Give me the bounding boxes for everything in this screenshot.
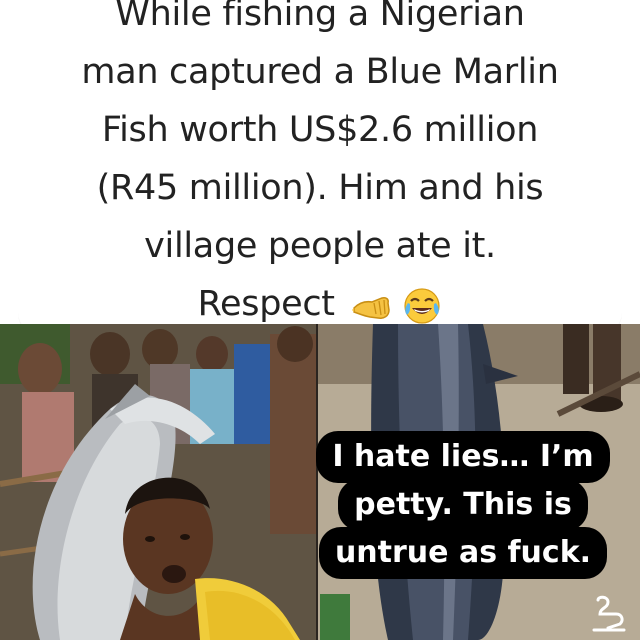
caption-line-5: village people ate it. [144,226,496,266]
man-with-blue-marlin-photo [0,324,316,640]
meme-line-1: I hate lies… I’m [316,431,610,483]
meme-overlay-text: I hate lies… I’m petty. This is untrue a… [290,431,636,579]
face-with-tears-of-joy-emoji [404,288,440,324]
caption-text: While fishing a Nigerian man captured a … [24,0,616,334]
caption-line-6: Respect [197,284,335,324]
caption-line-3: Fish worth US$2.6 million [101,110,539,150]
caption-line-2: man captured a Blue Marlin [81,52,559,92]
meme-image: While fishing a Nigerian man captured a … [0,0,640,640]
meme-line-3: untrue as fuck. [318,527,608,579]
caption-line-4: (R45 million). Him and his [96,168,544,208]
watermark-logo-icon [592,595,626,632]
raised-fist-emoji [351,297,390,319]
left-photo-art [0,324,316,640]
caption-line-1: While fishing a Nigerian [115,0,525,34]
meme-line-2: petty. This is [338,479,588,531]
caption-panel: While fishing a Nigerian man captured a … [0,0,640,334]
